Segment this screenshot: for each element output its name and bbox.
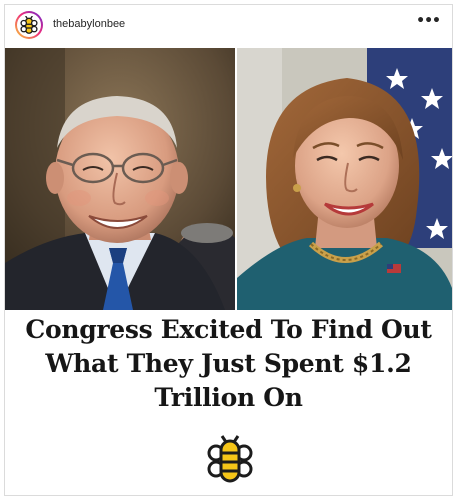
post-header: thebabylonbee •••	[5, 5, 452, 45]
left-photo	[5, 48, 235, 310]
post-image[interactable]	[5, 48, 452, 310]
more-horizontal-icon[interactable]: •••	[416, 13, 441, 29]
instagram-post: thebabylonbee ••• Congress Excited To Fi…	[4, 4, 453, 496]
bee-logo-icon	[20, 16, 38, 34]
right-photo	[235, 48, 452, 310]
headline: Congress Excited To Find Out What They J…	[25, 315, 432, 412]
bee-logo-icon	[207, 435, 253, 483]
avatar[interactable]	[15, 11, 43, 39]
username-link[interactable]: thebabylonbee	[53, 18, 125, 30]
